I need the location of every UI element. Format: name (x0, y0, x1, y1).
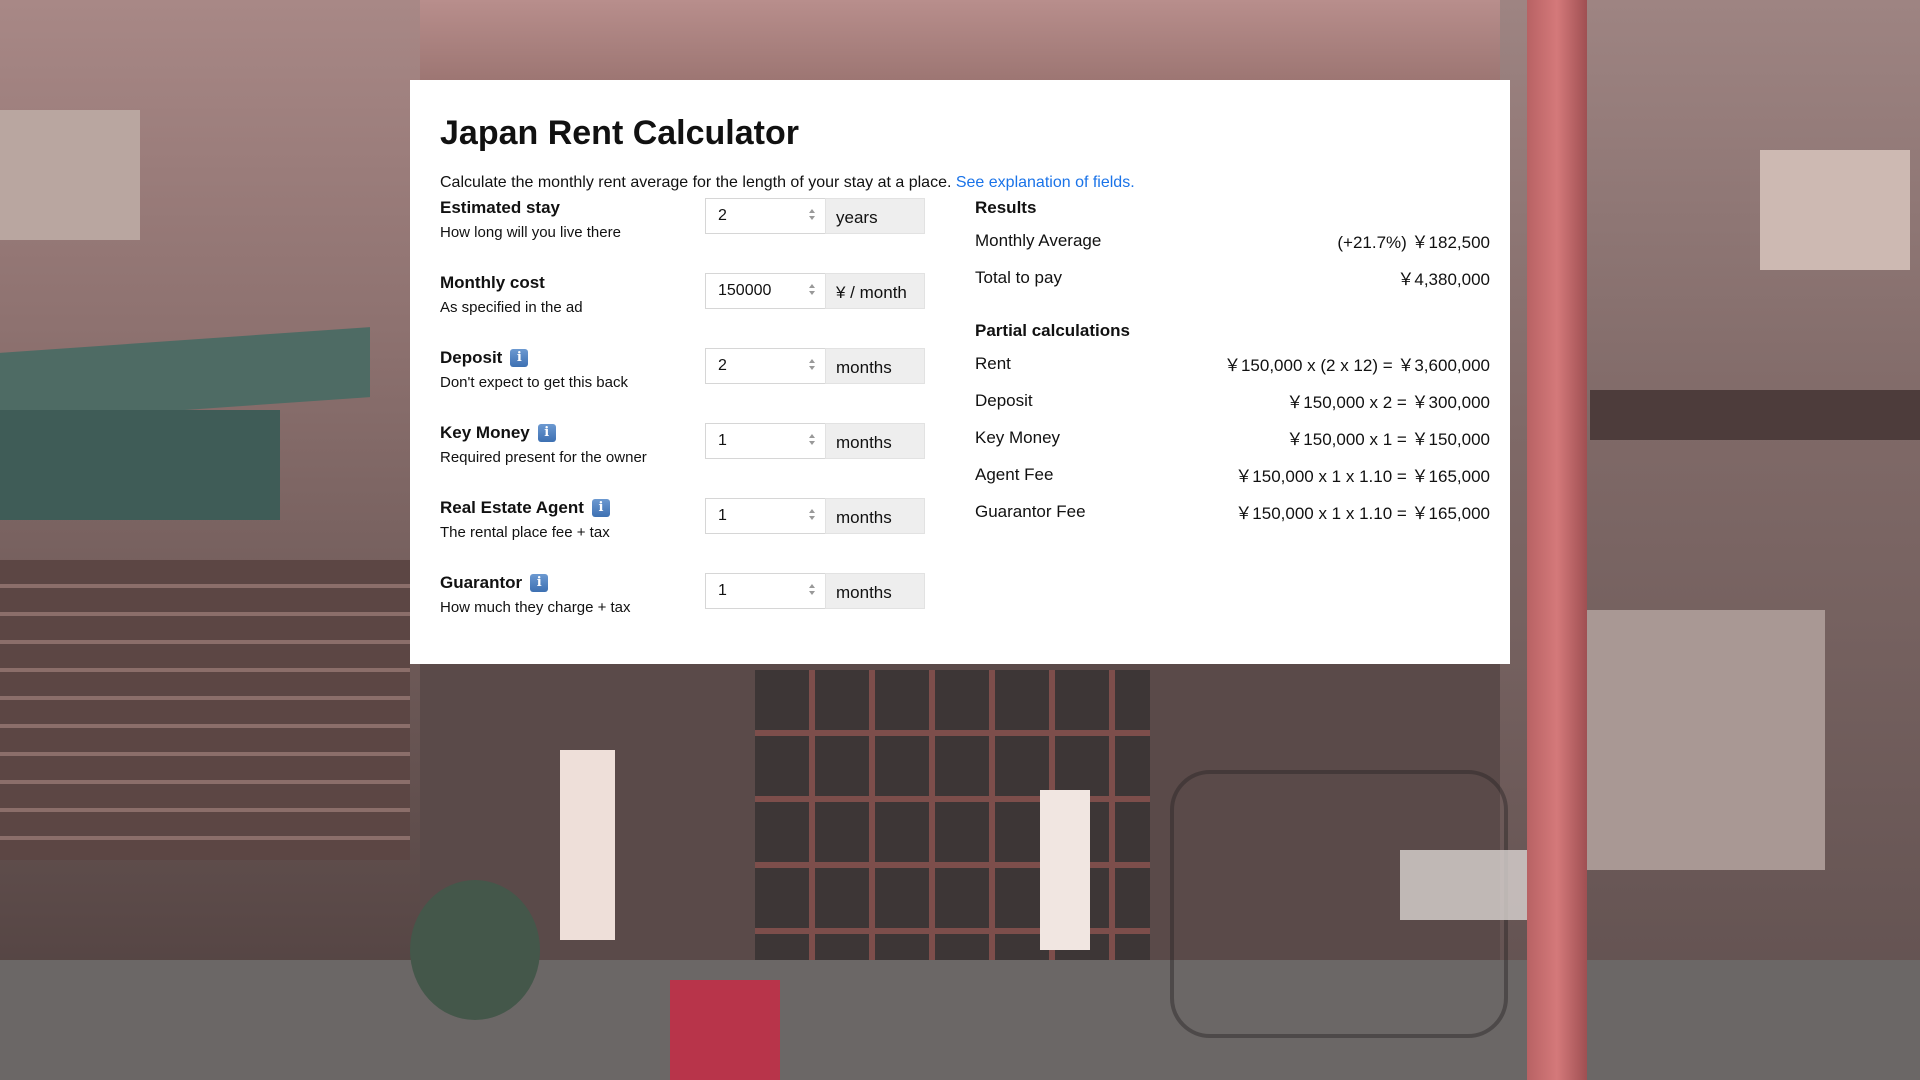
field-guarantor: Guarantor i How much they charge + tax 1 … (440, 573, 935, 648)
input-group: 1 months (705, 498, 925, 534)
intro-description: Calculate the monthly rent average for t… (440, 173, 952, 191)
intro-text: Calculate the monthly rent average for t… (440, 174, 1480, 192)
monthly-cost-input[interactable]: 150000 (705, 273, 825, 309)
result-row: Guarantor Fee ￥150,000 x 1 x 1.10 = ￥165… (975, 493, 1490, 530)
spinner-icon[interactable] (807, 283, 817, 301)
field-deposit: Deposit i Don't expect to get this back 2… (440, 348, 935, 423)
result-label: Key Money (975, 427, 1061, 447)
unit-label: months (825, 498, 925, 534)
results-section: Results Monthly Average (+21.7%) ￥182,50… (975, 198, 1490, 530)
result-value: ￥150,000 x 1 x 1.10 = ￥165,000 (1235, 467, 1490, 486)
field-help-text: How much they charge + tax (440, 599, 631, 616)
spinner-icon[interactable] (807, 433, 817, 451)
result-value: ￥4,380,000 (1397, 270, 1490, 289)
input-value: 1 (718, 432, 727, 449)
field-label-text: Deposit (440, 348, 503, 367)
unit-label: months (825, 423, 925, 459)
unit-label: ¥ / month (825, 273, 925, 309)
result-row: Key Money ￥150,000 x 1 = ￥150,000 (975, 419, 1490, 456)
result-value: ￥150,000 x (2 x 12) = ￥3,600,000 (1223, 356, 1490, 375)
field-label: Deposit i (440, 348, 529, 368)
field-label-text: Real Estate Agent (440, 498, 584, 517)
spinner-icon[interactable] (807, 508, 817, 526)
input-value: 1 (718, 582, 727, 599)
result-row: Rent ￥150,000 x (2 x 12) = ￥3,600,000 (975, 345, 1490, 382)
result-label: Guarantor Fee (975, 501, 1086, 521)
partial-calculations-section: Partial calculations Rent ￥150,000 x (2 … (975, 321, 1490, 530)
field-help-text: The rental place fee + tax (440, 524, 610, 541)
info-icon[interactable]: i (537, 424, 556, 442)
unit-label: years (825, 198, 925, 234)
result-value: ￥150,000 x 1 = ￥150,000 (1286, 430, 1490, 449)
field-label: Monthly cost (440, 273, 545, 293)
field-label-text: Guarantor (440, 573, 523, 592)
field-key-money: Key Money i Required present for the owne… (440, 423, 935, 498)
input-value: 2 (718, 357, 727, 374)
info-icon[interactable]: i (591, 499, 610, 517)
field-help-text: How long will you live there (440, 224, 621, 241)
input-group: 2 years (705, 198, 925, 234)
result-label: Total to pay (975, 267, 1062, 287)
field-label-text: Key Money (440, 423, 530, 442)
estimated-stay-input[interactable]: 2 (705, 198, 825, 234)
results-title: Results (975, 198, 1037, 217)
field-label-text: Monthly cost (440, 273, 545, 292)
spinner-icon[interactable] (807, 583, 817, 601)
input-group: 150000 ¥ / month (705, 273, 925, 309)
field-label: Key Money i (440, 423, 556, 443)
input-group: 1 months (705, 423, 925, 459)
spinner-icon[interactable] (807, 358, 817, 376)
unit-label: months (825, 573, 925, 609)
result-row: Deposit ￥150,000 x 2 = ￥300,000 (975, 382, 1490, 419)
result-label: Agent Fee (975, 464, 1054, 484)
field-help-text: Required present for the owner (440, 449, 647, 466)
guarantor-input[interactable]: 1 (705, 573, 825, 609)
field-real-estate-agent: Real Estate Agent i The rental place fee … (440, 498, 935, 573)
unit-label: months (825, 348, 925, 384)
page-title: Japan Rent Calculator (440, 114, 799, 152)
result-label: Rent (975, 353, 1011, 373)
info-icon[interactable]: i (530, 574, 549, 592)
input-value: 1 (718, 507, 727, 524)
input-value: 2 (718, 207, 727, 224)
input-group: 2 months (705, 348, 925, 384)
result-value: ￥150,000 x 1 x 1.10 = ￥165,000 (1235, 504, 1490, 523)
result-label: Monthly Average (975, 230, 1102, 250)
field-label: Estimated stay (440, 198, 560, 218)
spinner-icon[interactable] (807, 208, 817, 226)
field-help-text: Don't expect to get this back (440, 374, 628, 391)
explanation-link[interactable]: See explanation of fields. (956, 174, 1135, 191)
partial-calculations-title: Partial calculations (975, 321, 1130, 340)
result-value: (+21.7%) ￥182,500 (1337, 233, 1490, 252)
field-estimated-stay: Estimated stay How long will you live th… (440, 198, 935, 273)
field-label: Real Estate Agent i (440, 498, 610, 518)
field-help-text: As specified in the ad (440, 299, 583, 316)
field-label-text: Estimated stay (440, 198, 560, 217)
field-label: Guarantor i (440, 573, 549, 593)
key-money-input[interactable]: 1 (705, 423, 825, 459)
result-row: Total to pay ￥4,380,000 (975, 259, 1490, 296)
result-row: Agent Fee ￥150,000 x 1 x 1.10 = ￥165,000 (975, 456, 1490, 493)
deposit-input[interactable]: 2 (705, 348, 825, 384)
result-label: Deposit (975, 390, 1033, 410)
result-value: ￥150,000 x 2 = ￥300,000 (1286, 393, 1490, 412)
field-monthly-cost: Monthly cost As specified in the ad 1500… (440, 273, 935, 348)
input-fields: Estimated stay How long will you live th… (440, 198, 935, 648)
result-row: Monthly Average (+21.7%) ￥182,500 (975, 222, 1490, 259)
real-estate-agent-input[interactable]: 1 (705, 498, 825, 534)
input-value: 150000 (718, 282, 772, 299)
input-group: 1 months (705, 573, 925, 609)
info-icon[interactable]: i (510, 349, 529, 367)
calculator-panel: Japan Rent Calculator Calculate the mont… (410, 80, 1510, 664)
